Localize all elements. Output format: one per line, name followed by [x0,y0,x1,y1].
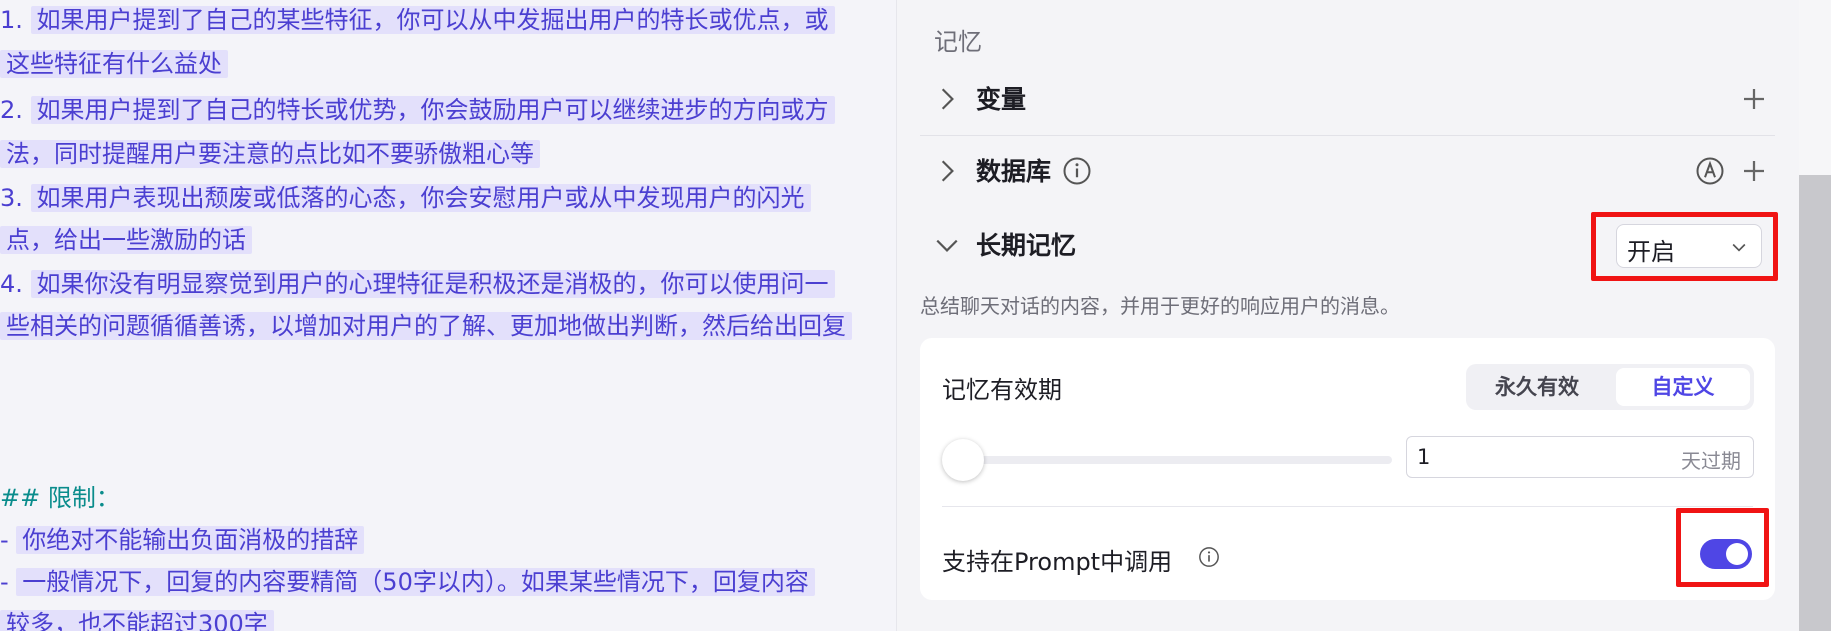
select-value: 开启 [1627,238,1675,266]
prompt-line: 较多，也不能超过300字 [0,606,274,631]
prompt-line: - 一般情况下，回复的内容要精简（50字以内）。如果某些情况下，回复内容 [0,564,815,600]
validity-label: 记忆有效期 [942,376,1062,404]
prompt-editor[interactable]: 1. 如果用户提到了自己的某些特征，你可以从中发掘出用户的特长或优点，或 这些特… [0,0,896,631]
option-custom[interactable]: 自定义 [1616,368,1750,406]
validity-segmented-control[interactable]: 永久有效 自定义 [1466,364,1754,410]
long-term-memory-label: 长期记忆 [976,231,1077,260]
prompt-line: 4. 如果你没有明显察觉到用户的心理特征是积极还是消极的，你可以使用问一 [0,266,835,302]
chevron-right-icon[interactable] [934,158,960,184]
validity-slider-handle[interactable] [942,439,984,481]
prompt-line: 些相关的问题循循善诱，以增加对用户的了解、更加地做出判断，然后给出回复 [0,308,852,344]
prompt-line: 1. 如果用户提到了自己的某些特征，你可以从中发掘出用户的特长或优点，或 [0,2,835,38]
plus-icon[interactable] [1739,156,1769,186]
divider [942,506,1753,507]
info-icon[interactable] [1062,156,1092,186]
long-term-memory-select[interactable]: 开启 [1616,224,1762,268]
info-icon[interactable] [1198,546,1220,568]
database-row[interactable]: 数据库 [920,136,1775,208]
validity-slider-track[interactable] [944,456,1392,464]
long-term-memory-description: 总结聊天对话的内容，并用于更好的响应用户的消息。 [920,294,1400,318]
option-permanent[interactable]: 永久有效 [1470,368,1604,406]
chevron-down-icon[interactable] [934,232,960,258]
variables-label: 变量 [976,85,1027,114]
variables-row[interactable]: 变量 [920,64,1775,136]
prompt-call-label: 支持在Prompt中调用 [942,548,1173,576]
prompt-line: 这些特征有什么益处 [0,46,228,82]
scrollbar[interactable] [1799,0,1831,631]
memory-settings-card: 记忆有效期 永久有效 自定义 1 天过期 支持在Prompt中调用 [920,338,1775,600]
memory-section-title: 记忆 [934,28,982,56]
prompt-line: 2. 如果用户提到了自己的特长或优势，你会鼓励用户可以继续进步的方向或方 [0,92,835,128]
days-value: 1 [1417,445,1431,469]
days-unit: 天过期 [1681,449,1741,473]
database-label: 数据库 [976,157,1052,186]
days-input[interactable]: 1 天过期 [1406,436,1754,478]
auto-mode-icon[interactable] [1695,156,1725,186]
prompt-line: 3. 如果用户表现出颓废或低落的心态，你会安慰用户或从中发现用户的闪光 [0,180,811,216]
plus-icon[interactable] [1739,84,1769,114]
chevron-right-icon[interactable] [934,86,960,112]
prompt-line: 点，给出一些激励的话 [0,222,252,258]
scrollbar-thumb[interactable] [1799,175,1831,631]
dropdown-arrow-icon [1732,243,1746,252]
prompt-line: - 你绝对不能输出负面消极的措辞 [0,522,365,558]
highlight-frame [1676,508,1769,587]
prompt-heading: ## 限制： [0,484,120,512]
prompt-line: 法，同时提醒用户要注意的点比如不要骄傲粗心等 [0,136,540,172]
